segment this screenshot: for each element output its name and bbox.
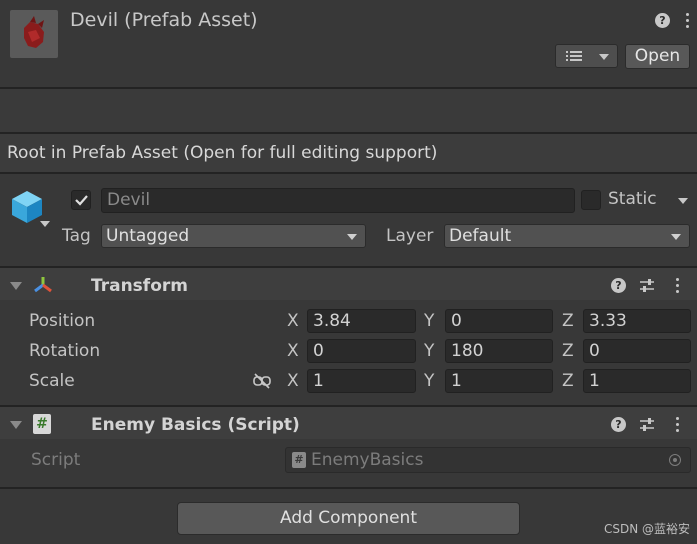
chevron-down-icon — [347, 234, 357, 240]
open-button[interactable]: Open — [625, 44, 690, 69]
script-object-field[interactable]: # EnemyBasics — [285, 447, 691, 473]
rotation-y-axis-label[interactable]: Y — [424, 341, 434, 361]
rotation-x-field[interactable]: 0 — [307, 339, 416, 363]
prefab-options-dropdown[interactable] — [555, 44, 618, 68]
scale-x-axis-label[interactable]: X — [287, 371, 299, 391]
chevron-down-icon — [599, 54, 609, 60]
constrain-proportions-icon[interactable] — [252, 373, 272, 389]
checkmark-icon — [75, 195, 88, 206]
help-icon[interactable]: ? — [655, 13, 670, 28]
more-options-icon[interactable] — [676, 278, 679, 296]
prefab-preview-thumbnail — [10, 10, 58, 58]
chevron-down-icon — [671, 234, 681, 240]
foldout-arrow-icon[interactable] — [10, 421, 22, 429]
more-options-icon[interactable] — [676, 417, 679, 435]
transform-title: Transform — [91, 276, 188, 296]
prefab-title: Devil (Prefab Asset) — [70, 9, 258, 31]
scale-x-field[interactable]: 1 — [307, 369, 416, 393]
add-component-button[interactable]: Add Component — [177, 502, 520, 535]
position-x-axis-label[interactable]: X — [287, 311, 299, 331]
position-x-field[interactable]: 3.84 — [307, 309, 416, 333]
script-file-icon: # — [292, 452, 306, 468]
watermark: CSDN @蓝裕安 — [604, 522, 691, 536]
presets-icon[interactable] — [639, 417, 655, 433]
rotation-y-field[interactable]: 180 — [445, 339, 553, 363]
chevron-down-icon[interactable] — [40, 221, 50, 227]
rotation-z-axis-label[interactable]: Z — [562, 341, 574, 361]
empty-area — [0, 89, 697, 132]
banner-text: Root in Prefab Asset (Open for full edit… — [7, 143, 438, 163]
name-field[interactable]: Devil — [101, 188, 575, 213]
active-checkbox[interactable] — [71, 190, 91, 210]
rotation-z-field[interactable]: 0 — [583, 339, 691, 363]
position-y-field[interactable]: 0 — [445, 309, 553, 333]
scale-z-axis-label[interactable]: Z — [562, 371, 574, 391]
scale-y-axis-label[interactable]: Y — [424, 371, 434, 391]
script-value: EnemyBasics — [311, 450, 424, 470]
position-z-field[interactable]: 3.33 — [583, 309, 691, 333]
layer-value: Default — [449, 226, 512, 246]
divider — [0, 172, 697, 174]
position-z-axis-label[interactable]: Z — [562, 311, 574, 331]
more-options-icon[interactable] — [686, 13, 689, 31]
scale-z-field[interactable]: 1 — [583, 369, 691, 393]
rotation-x-axis-label[interactable]: X — [287, 341, 299, 361]
static-label: Static — [608, 189, 657, 209]
position-label: Position — [29, 311, 96, 331]
tag-label: Tag — [62, 226, 91, 246]
static-checkbox[interactable] — [581, 190, 601, 210]
devil-model-icon — [24, 16, 44, 48]
object-picker-icon[interactable] — [669, 454, 681, 466]
gameobject-cube-icon[interactable] — [10, 189, 44, 225]
transform-icon — [34, 277, 52, 293]
help-icon[interactable]: ? — [611, 417, 626, 432]
script-label: Script — [31, 450, 81, 470]
script-file-icon: # — [33, 414, 51, 434]
scale-label: Scale — [29, 371, 75, 391]
divider — [0, 487, 697, 489]
enemy-basics-title: Enemy Basics (Script) — [91, 415, 300, 435]
list-icon — [566, 51, 582, 61]
layer-dropdown[interactable]: Default — [444, 224, 690, 248]
foldout-arrow-icon[interactable] — [10, 282, 22, 290]
rotation-label: Rotation — [29, 341, 101, 361]
layer-label: Layer — [386, 226, 434, 246]
presets-icon[interactable] — [639, 278, 655, 294]
help-icon[interactable]: ? — [611, 278, 626, 293]
tag-value: Untagged — [106, 226, 190, 246]
chevron-down-icon[interactable] — [678, 198, 688, 204]
scale-y-field[interactable]: 1 — [445, 369, 553, 393]
tag-dropdown[interactable]: Untagged — [101, 224, 366, 248]
position-y-axis-label[interactable]: Y — [424, 311, 434, 331]
